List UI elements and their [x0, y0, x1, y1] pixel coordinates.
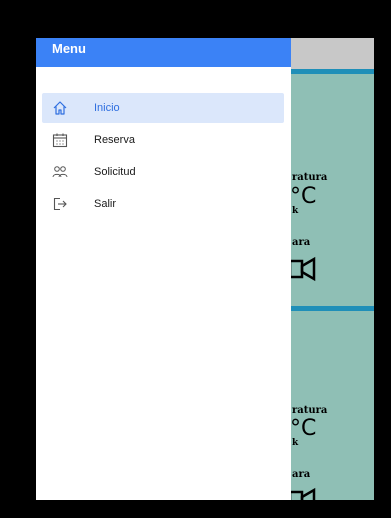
temperature-unit: °C	[290, 184, 317, 209]
temperature-sub: k	[292, 206, 299, 216]
camera-label: ara	[292, 237, 311, 248]
temperature-unit: °C	[290, 416, 317, 441]
temperature-label: ratura	[292, 172, 328, 183]
menu-item-inicio[interactable]: Inicio	[42, 93, 284, 123]
users-icon	[50, 162, 70, 182]
menu-item-solicitud[interactable]: Solicitud	[42, 157, 284, 187]
drawer-header: Menu	[36, 38, 291, 67]
menu-label: Salir	[94, 198, 117, 210]
camera-icon	[288, 487, 316, 500]
camera-icon	[288, 256, 316, 282]
menu-item-salir[interactable]: Salir	[42, 189, 284, 219]
menu-label: Inicio	[94, 102, 120, 114]
menu-label: Reserva	[94, 134, 135, 146]
temperature-label: ratura	[292, 405, 328, 416]
menu-item-reserva[interactable]: Reserva	[42, 125, 284, 155]
temperature-sub: k	[292, 438, 299, 448]
phone-screen: ratura °C k ara ratura °C k ara Menu Ini…	[36, 38, 374, 500]
menu-label: Solicitud	[94, 166, 136, 178]
navigation-drawer: Menu Inicio Reserva Solicitud Salir	[36, 38, 291, 500]
drawer-title: Menu	[52, 41, 86, 56]
home-icon	[50, 98, 70, 118]
calendar-icon	[50, 130, 70, 150]
camera-label: ara	[292, 469, 311, 480]
logout-icon	[50, 194, 70, 214]
drawer-menu: Inicio Reserva Solicitud Salir	[42, 93, 284, 221]
